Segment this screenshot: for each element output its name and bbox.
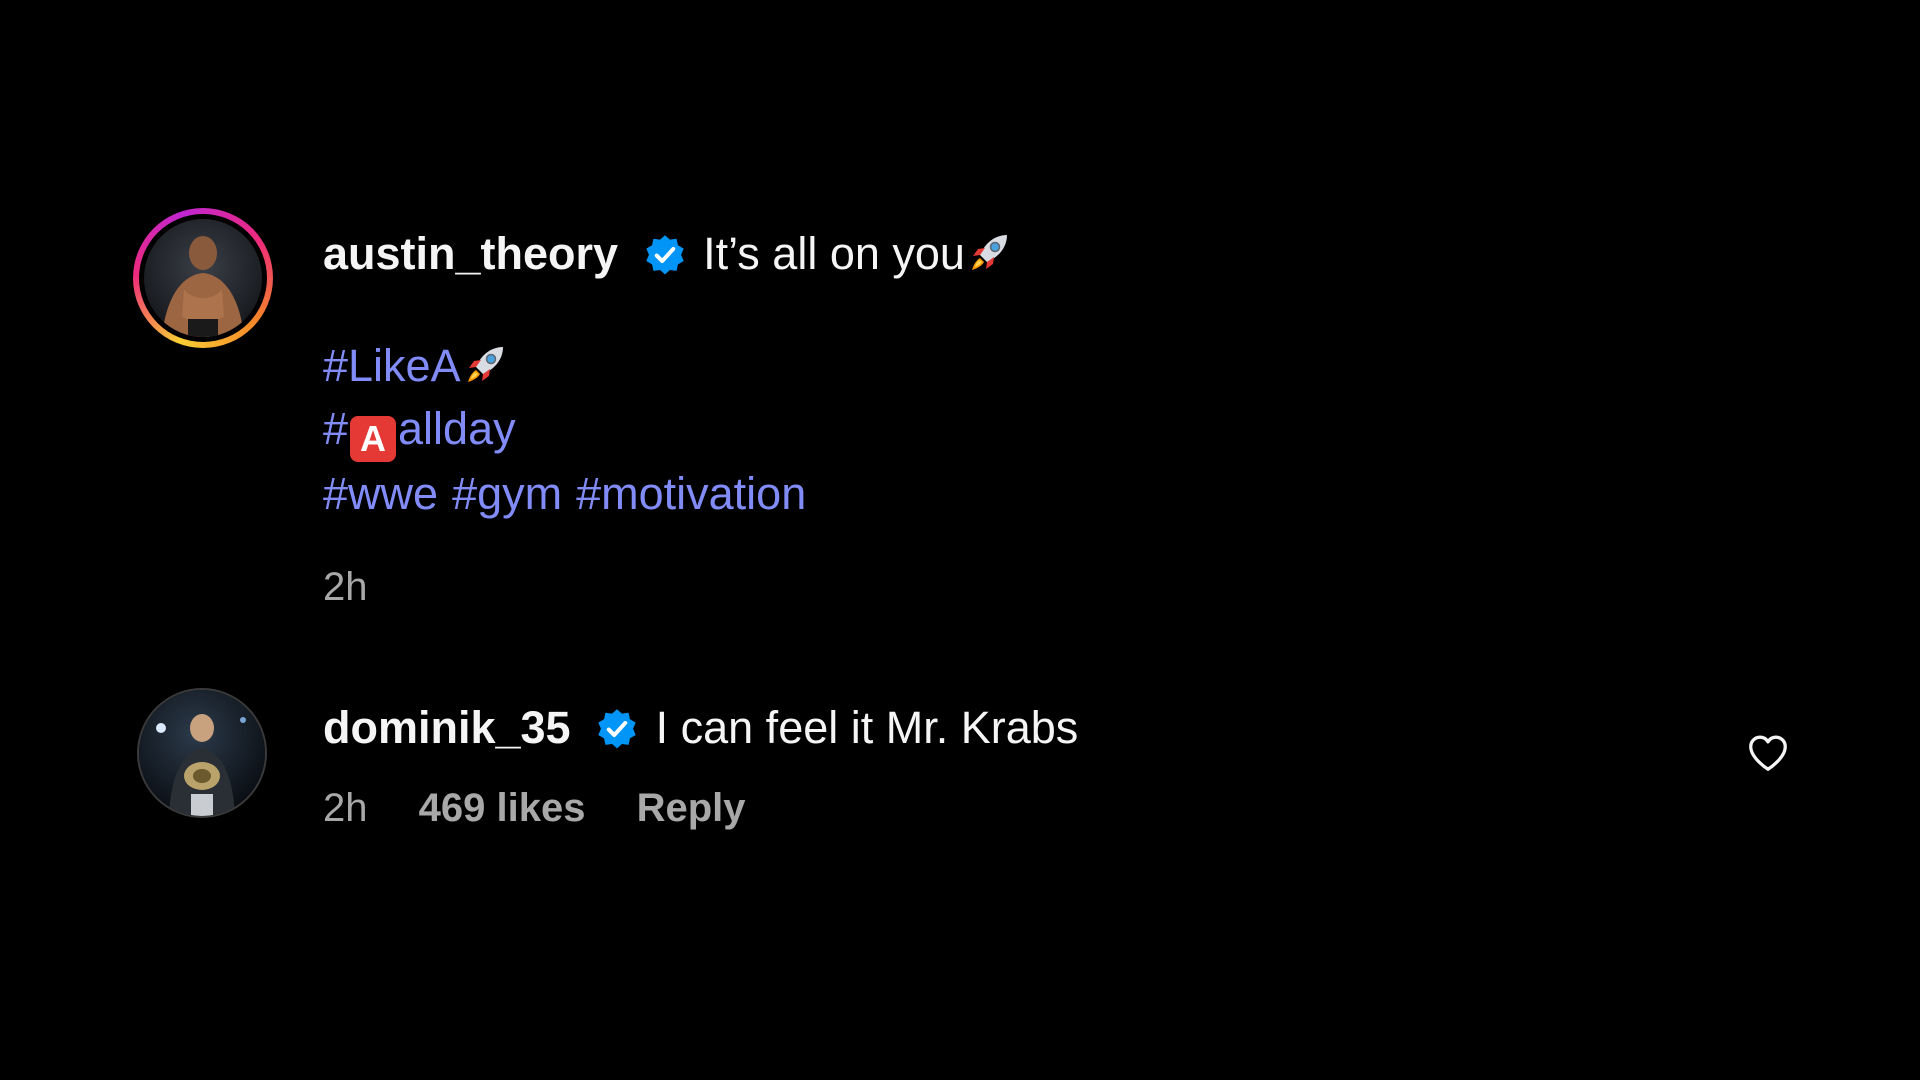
hashtag-list: #LikeA # Aallday #wwe #gym #motivation xyxy=(323,334,1723,525)
story-ring[interactable] xyxy=(133,208,273,348)
comment-timestamp[interactable]: 2h xyxy=(323,786,368,830)
hashtag-motivation[interactable]: #motivation xyxy=(576,468,806,519)
verified-badge-icon xyxy=(643,233,687,277)
post-timestamp[interactable]: 2h xyxy=(323,565,368,609)
comment-likes-count[interactable]: 469 likes xyxy=(419,786,586,830)
hashtag-likea[interactable]: #LikeA xyxy=(323,340,509,391)
caption-text: It’s all on you xyxy=(703,228,965,279)
rocket-emoji-icon xyxy=(461,341,509,389)
heart-outline-icon[interactable] xyxy=(1745,730,1791,776)
hashtag-allday[interactable]: # Aallday xyxy=(323,403,516,462)
hashtag-gym[interactable]: #gym xyxy=(452,468,562,519)
a-button-emoji-icon: A xyxy=(350,416,397,462)
avatar xyxy=(144,219,262,337)
comments-view: austin_theory It’s all on you #LikeA # A… xyxy=(0,0,1920,1080)
avatar[interactable] xyxy=(137,688,267,818)
rocket-emoji-icon xyxy=(965,229,1013,277)
comment-text: I can feel it Mr. Krabs xyxy=(655,702,1079,753)
comment-item: dominik_35 I can feel it Mr. Krabs 2h 46… xyxy=(137,688,1837,830)
reply-button[interactable]: Reply xyxy=(637,786,746,830)
verified-badge-icon xyxy=(595,707,639,751)
hashtag-wwe[interactable]: #wwe xyxy=(323,468,438,519)
comment-username[interactable]: dominik_35 xyxy=(323,702,571,753)
post-username[interactable]: austin_theory xyxy=(323,228,618,279)
